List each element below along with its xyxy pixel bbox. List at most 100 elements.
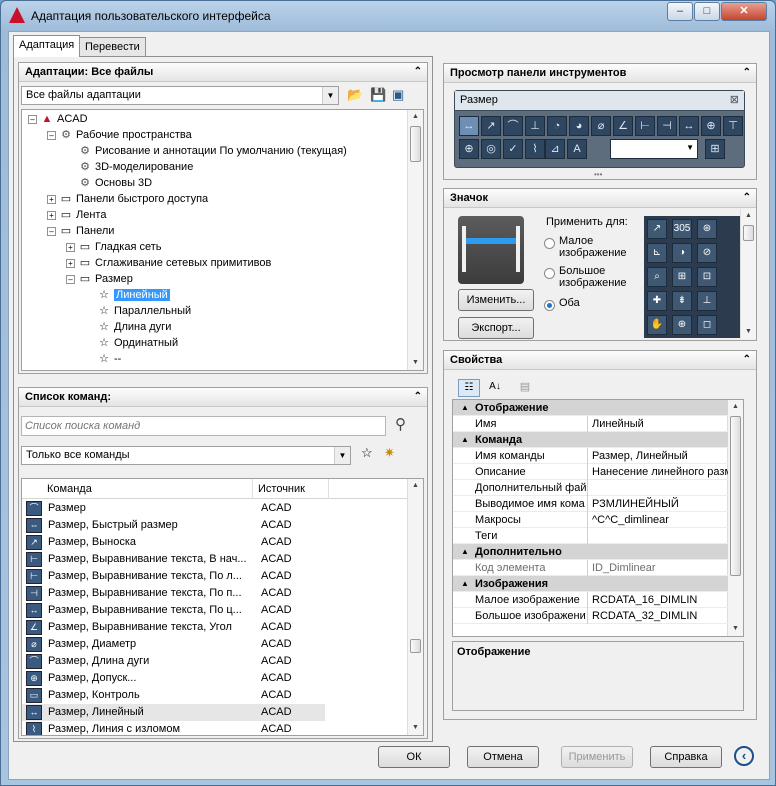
radio-both[interactable]: Оба — [544, 297, 604, 311]
expand-icon[interactable]: + — [66, 258, 75, 268]
chevron-down-icon[interactable]: ▼ — [334, 447, 350, 464]
maximize-button[interactable]: □ — [694, 2, 720, 21]
scroll-thumb[interactable] — [730, 416, 741, 576]
property-category[interactable]: ▲ Отображение — [453, 400, 728, 416]
library-image-icon[interactable]: ◑ — [672, 243, 692, 263]
scroll-up-icon[interactable]: ▲ — [741, 209, 756, 223]
library-image-icon[interactable]: ⊾ — [647, 243, 667, 263]
table-row[interactable]: ⊢ Размер, Выравнивание текста, По л... ACA… — [22, 568, 325, 585]
property-row[interactable]: Макросы ^C^C_dimlinear — [453, 512, 728, 528]
tree-node[interactable]: – ▭ Размер — [66, 271, 133, 287]
edit-image-button[interactable]: Изменить... — [458, 289, 534, 311]
tree-node[interactable]: ⚙ Основы 3D — [66, 175, 152, 191]
property-row[interactable]: Имя команды Размер, Линейный — [453, 448, 728, 464]
property-pages-icon[interactable]: ▤ — [516, 379, 534, 397]
tree-node[interactable]: + ▭ Гладкая сеть — [66, 239, 162, 255]
toolbar-button-icon[interactable]: ✓ — [503, 139, 523, 159]
radio-circle[interactable] — [544, 238, 555, 249]
tree-node[interactable]: + ▭ Сглаживание сетевых примитивов — [66, 255, 271, 271]
radio-large-image[interactable]: Большое изображение — [544, 265, 644, 291]
command-scrollbar[interactable]: ▲ ▼ — [407, 479, 423, 735]
find-command-icon[interactable]: ☆ — [361, 445, 373, 461]
toolbar-button-icon[interactable]: ↔ — [679, 116, 699, 136]
expand-icon[interactable]: + — [66, 242, 75, 252]
toolbar-button-icon[interactable]: ⌒ — [503, 116, 523, 136]
table-row[interactable]: ⌇ Размер, Линия с изломом ACAD — [22, 721, 325, 735]
table-row[interactable]: ⌒ Размер, Длина дуги ACAD — [22, 653, 325, 670]
table-row[interactable]: ∠ Размер, Выравнивание текста, Угол ACAD — [22, 619, 325, 636]
expand-icon[interactable]: + — [47, 210, 56, 220]
toolbar-button-icon[interactable]: ⌀ — [591, 116, 611, 136]
expand-icon[interactable]: + — [47, 194, 56, 204]
toolbar-button-icon[interactable]: ⊞ — [705, 139, 725, 159]
property-row[interactable]: Выводимое имя кома РЗМЛИНЕЙНЫЙ — [453, 496, 728, 512]
property-row[interactable]: Большое изображени RCDATA_32_DIMLIN — [453, 608, 728, 624]
ok-button[interactable]: ОК — [378, 746, 450, 768]
collapse-icon[interactable]: ⌃ — [743, 354, 751, 365]
library-image-icon[interactable]: ⊡ — [697, 267, 717, 287]
chevron-down-icon[interactable]: ▼ — [322, 87, 338, 104]
library-image-icon[interactable]: ⊘ — [697, 243, 717, 263]
toolbar-button-icon[interactable]: ◎ — [481, 139, 501, 159]
new-command-icon[interactable]: ✷ — [384, 445, 395, 461]
toolbar-button-icon[interactable]: ⊢ — [635, 116, 655, 136]
table-row[interactable]: ⊕ Размер, Допуск... ACAD — [22, 670, 325, 687]
toolbar-button-icon[interactable]: ⊕ — [701, 116, 721, 136]
toolbar-button-icon[interactable]: ⊕ — [459, 139, 479, 159]
toolbar-button-icon[interactable]: ⊥ — [525, 116, 545, 136]
property-value[interactable]: RCDATA_32_DIMLIN — [592, 608, 728, 624]
property-category[interactable]: ▲ Изображения — [453, 576, 728, 592]
tree-node[interactable]: ☆ -- — [85, 351, 121, 367]
close-button[interactable]: ✕ — [721, 2, 767, 21]
table-row[interactable]: ⌒ Размер ACAD — [22, 500, 325, 517]
property-value[interactable]: Нанесение линейного разм — [592, 464, 728, 480]
toolbar-button-icon[interactable]: ⌇ — [525, 139, 545, 159]
property-row[interactable]: Дополнительный фай — [453, 480, 728, 496]
property-value[interactable]: РЗМЛИНЕЙНЫЙ — [592, 496, 728, 512]
open-file-icon[interactable]: 📂 — [347, 87, 363, 103]
tab-customize[interactable]: Адаптация — [13, 35, 81, 57]
library-image-icon[interactable]: 305 — [672, 219, 692, 239]
tree-node[interactable]: ☆ Параллельный — [85, 303, 191, 319]
library-image-icon[interactable]: ⌕ — [647, 267, 667, 287]
property-value[interactable]: RCDATA_16_DIMLIN — [592, 592, 728, 608]
table-row[interactable]: ▭ Размер, Контроль ACAD — [22, 687, 325, 704]
toolbar-button-icon[interactable]: ⊤ — [723, 116, 743, 136]
scroll-thumb[interactable] — [410, 639, 421, 653]
toolbar-button-icon[interactable]: ∠ — [613, 116, 633, 136]
property-category[interactable]: ▲ Команда — [453, 432, 728, 448]
tree-node[interactable]: ⚙ Рисование и аннотации По умолчанию (тек… — [66, 143, 347, 159]
table-row[interactable]: ⌀ Размер, Диаметр ACAD — [22, 636, 325, 653]
command-search-input[interactable] — [21, 416, 386, 436]
scroll-up-icon[interactable]: ▲ — [408, 110, 423, 124]
tree-node[interactable]: – ▲ ACAD — [28, 111, 88, 127]
tree-scrollbar[interactable]: ▲ ▼ — [407, 110, 423, 370]
property-row[interactable]: Теги — [453, 528, 728, 544]
search-icon[interactable]: ⚲ — [395, 415, 406, 433]
collapse-icon[interactable]: ▲ — [461, 432, 469, 448]
property-value[interactable]: Размер, Линейный — [592, 448, 728, 464]
property-row[interactable]: Код элемента ID_Dimlinear — [453, 560, 728, 576]
scroll-up-icon[interactable]: ▲ — [728, 400, 743, 414]
cancel-button[interactable]: Отмена — [467, 746, 539, 768]
tab-transfer[interactable]: Перевести — [79, 37, 146, 57]
scroll-thumb[interactable] — [410, 126, 421, 162]
library-image-icon[interactable]: ⊛ — [697, 219, 717, 239]
collapse-icon[interactable]: ⌃ — [414, 391, 422, 402]
table-row[interactable]: ↔ Размер, Линейный ACAD — [22, 704, 325, 721]
library-image-icon[interactable]: ⊥ — [697, 291, 717, 311]
library-image-icon[interactable]: ⊞ — [672, 267, 692, 287]
image-grid-scrollbar[interactable]: ▲ ▼ — [740, 209, 756, 339]
collapse-icon[interactable]: ▲ — [461, 400, 469, 416]
property-row[interactable]: Имя Линейный — [453, 416, 728, 432]
collapse-icon[interactable]: – — [47, 226, 56, 236]
tree-node[interactable]: – ▭ Панели — [47, 223, 114, 239]
library-image-icon[interactable]: ✚ — [647, 291, 667, 311]
load-partial-icon[interactable]: ▣ — [392, 87, 404, 103]
categorized-view-icon[interactable]: ☷ — [458, 379, 480, 397]
toolbar-button-icon[interactable]: ⊿ — [545, 139, 565, 159]
tree-node[interactable]: ☆ Длина дуги — [85, 319, 171, 335]
library-image-icon[interactable]: ⊕ — [672, 315, 692, 335]
tree-node[interactable]: + ▭ Лента — [47, 207, 106, 223]
collapse-icon[interactable]: ▲ — [461, 544, 469, 560]
